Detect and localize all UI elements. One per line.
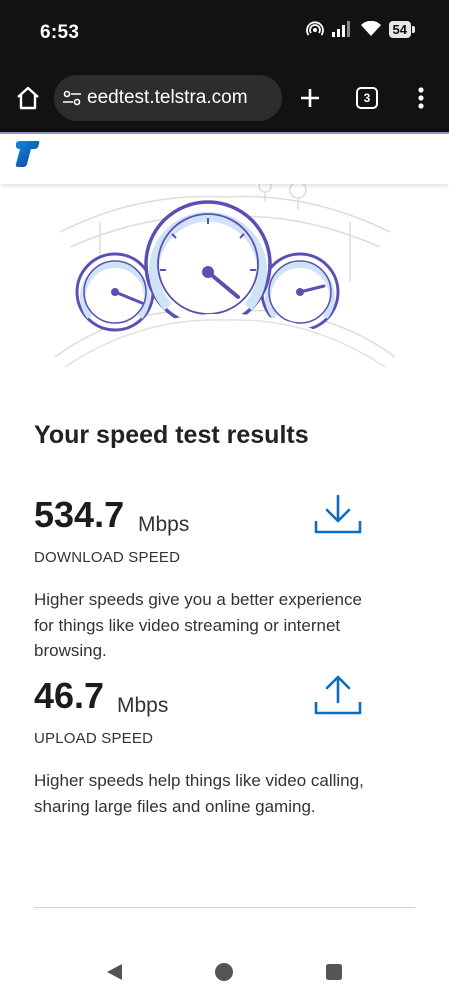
gauge-left xyxy=(75,252,155,332)
upload-speed-label: UPLOAD SPEED xyxy=(34,730,154,747)
telstra-logo[interactable] xyxy=(14,140,40,168)
download-speed-label: DOWNLOAD SPEED xyxy=(34,549,181,566)
status-time: 6:53 xyxy=(40,22,80,43)
browser-chrome: 6:53 54 eedtest.telstra.com 3 xyxy=(0,0,449,132)
home-nav-icon[interactable] xyxy=(214,962,234,982)
overflow-menu-icon[interactable] xyxy=(414,86,428,110)
battery-indicator: 54 xyxy=(388,20,416,38)
site-settings-icon[interactable] xyxy=(62,88,82,108)
site-header xyxy=(0,132,449,184)
recents-nav-icon[interactable] xyxy=(325,963,343,981)
upload-icon xyxy=(314,675,362,715)
back-nav-icon[interactable] xyxy=(104,962,124,982)
tab-switcher-button[interactable]: 3 xyxy=(356,87,378,109)
download-icon xyxy=(314,494,362,534)
home-icon[interactable] xyxy=(14,84,42,112)
upload-speed-value: 46.7 xyxy=(34,675,105,716)
section-divider xyxy=(34,907,415,908)
header-accent xyxy=(0,132,449,134)
upload-speed-description: Higher speeds help things like video cal… xyxy=(34,771,364,816)
wifi-icon xyxy=(360,21,381,36)
new-tab-icon[interactable] xyxy=(298,86,322,110)
results-title: Your speed test results xyxy=(34,421,309,449)
address-bar[interactable]: eedtest.telstra.com xyxy=(54,75,282,121)
upload-speed-unit: Mbps xyxy=(117,694,169,717)
status-icons: 54 xyxy=(305,20,416,38)
speedometer-illustration xyxy=(54,179,396,372)
download-speed-value: 534.7 xyxy=(34,494,125,535)
url-text: eedtest.telstra.com xyxy=(87,87,248,108)
signal-icon xyxy=(331,21,350,37)
hotspot-icon xyxy=(305,21,324,36)
download-speed-description: Higher speeds give you a better experien… xyxy=(34,590,362,660)
gauge-center xyxy=(144,200,272,328)
download-speed-unit: Mbps xyxy=(138,513,190,536)
